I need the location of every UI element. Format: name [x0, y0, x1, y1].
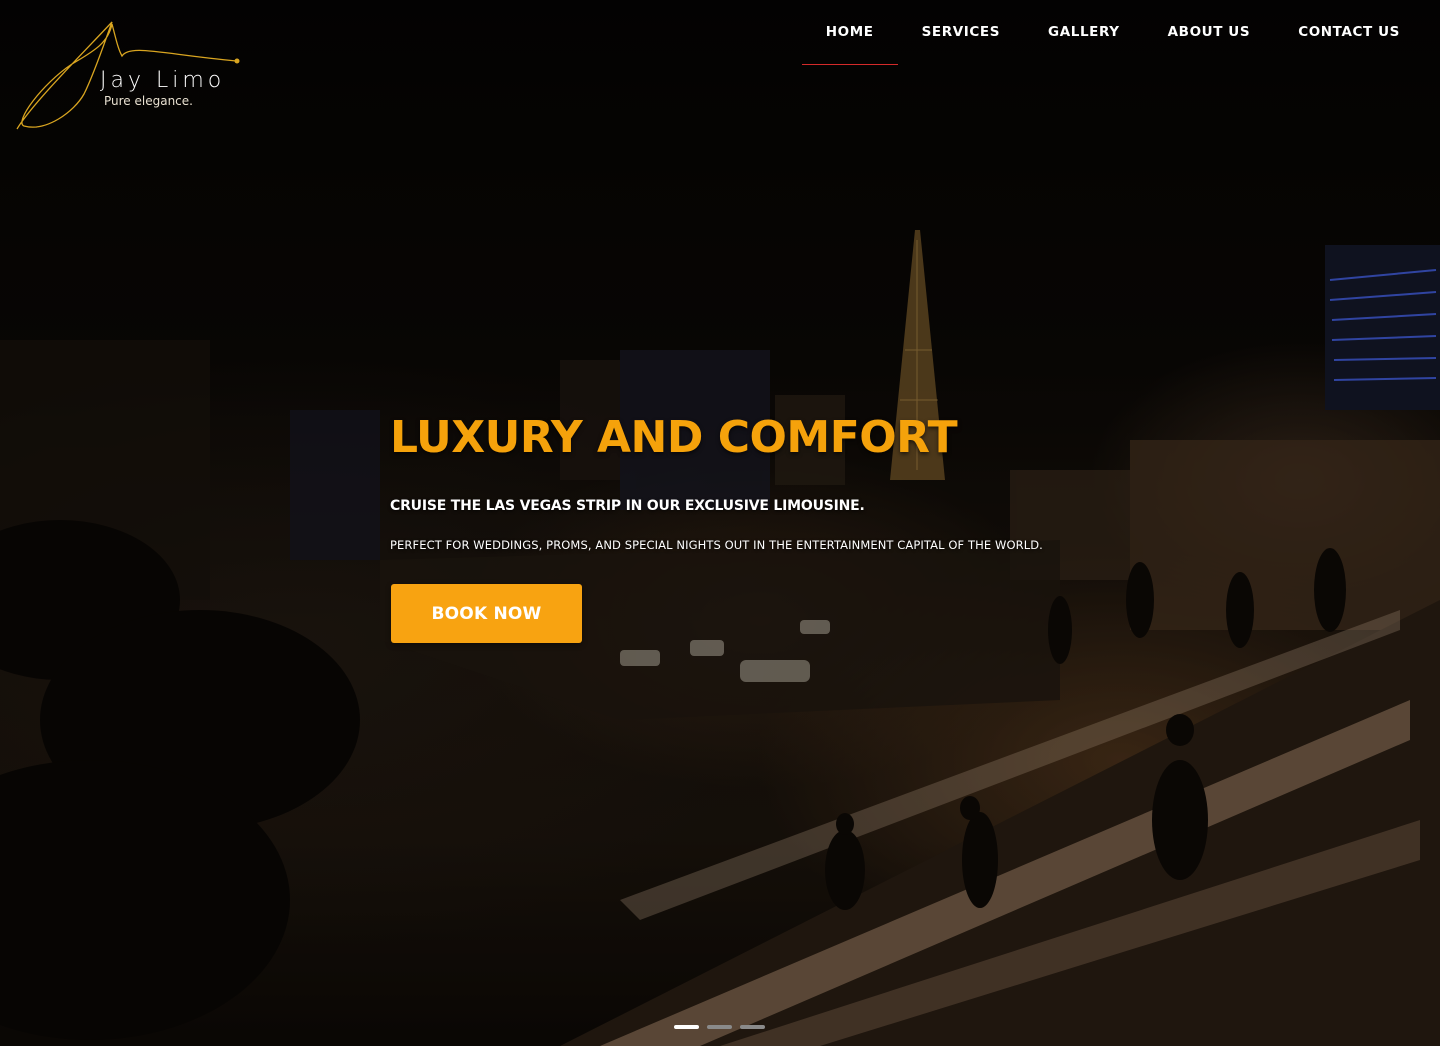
hero-subhead: CRUISE THE LAS VEGAS STRIP IN OUR EXCLUS… [390, 498, 865, 514]
nav-services[interactable]: SERVICES [898, 0, 1024, 66]
nav-home[interactable]: HOME [801, 0, 898, 66]
book-now-button[interactable]: BOOK NOW [391, 584, 582, 643]
hero-headline: LUXURY AND COMFORT [390, 412, 958, 463]
slider-dot-3[interactable] [740, 1025, 765, 1029]
nav-about-us[interactable]: ABOUT US [1144, 0, 1275, 66]
slider-pagination [674, 1025, 765, 1029]
main-navigation: HOME SERVICES GALLERY ABOUT US CONTACT U… [801, 0, 1440, 66]
slider-dot-2[interactable] [707, 1025, 732, 1029]
nav-contact-us[interactable]: CONTACT US [1274, 0, 1440, 66]
nav-gallery[interactable]: GALLERY [1024, 0, 1144, 66]
hero-description: PERFECT FOR WEDDINGS, PROMS, AND SPECIAL… [390, 538, 1043, 552]
hero-content: LUXURY AND COMFORT CRUISE THE LAS VEGAS … [390, 410, 1070, 643]
site-logo[interactable]: Jay Limo Pure elegance. [12, 14, 252, 134]
slider-dot-1[interactable] [674, 1025, 699, 1029]
brand-tagline: Pure elegance. [104, 94, 193, 108]
brand-name: Jay Limo [100, 68, 226, 93]
